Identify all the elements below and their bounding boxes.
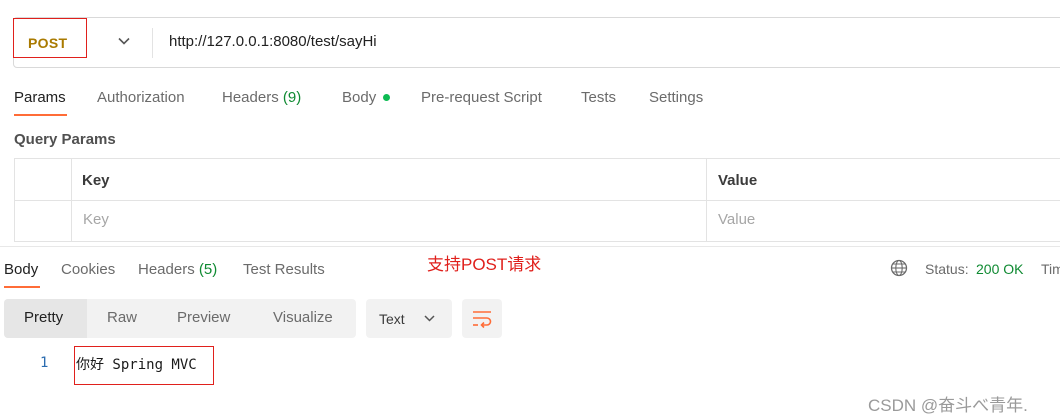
- chevron-down-icon: [424, 315, 435, 322]
- watermark: CSDN @奋斗べ青年.: [868, 396, 1028, 415]
- annotation-text: 支持POST请求: [427, 255, 542, 274]
- globe-icon[interactable]: [890, 259, 908, 277]
- tab-count: (5): [198, 261, 218, 278]
- view-preview[interactable]: Preview: [177, 309, 230, 326]
- view-visualize[interactable]: Visualize: [273, 309, 333, 326]
- view-pretty[interactable]: Pretty: [24, 309, 63, 326]
- body-indicator-dot: [383, 94, 390, 101]
- format-select-value: Text: [379, 311, 405, 327]
- active-tab-underline: [4, 286, 40, 288]
- response-body-text: 你好 Spring MVC: [76, 357, 197, 373]
- status-value[interactable]: 200 OK: [976, 261, 1023, 277]
- response-tab-cookies[interactable]: Cookies: [61, 261, 115, 278]
- column-header-value: Value: [718, 172, 758, 189]
- url-input[interactable]: http://127.0.0.1:8080/test/sayHi: [169, 33, 377, 50]
- status-label: Status:: [925, 261, 969, 277]
- tab-body[interactable]: Body: [342, 89, 376, 106]
- response-tab-headers[interactable]: Headers (5): [138, 261, 217, 278]
- column-header-key: Key: [82, 172, 110, 189]
- tab-params[interactable]: Params: [14, 89, 66, 106]
- method-select[interactable]: POST: [28, 35, 67, 51]
- tab-headers[interactable]: Headers (9): [222, 89, 301, 106]
- section-divider: [0, 246, 1060, 247]
- table-divider: [71, 158, 72, 242]
- tab-label: Headers: [222, 89, 279, 106]
- response-tab-body[interactable]: Body: [4, 261, 38, 278]
- tab-pre-request-script[interactable]: Pre-request Script: [421, 89, 542, 106]
- view-raw[interactable]: Raw: [107, 309, 137, 326]
- tab-settings[interactable]: Settings: [649, 89, 703, 106]
- time-label: Tim: [1041, 261, 1060, 277]
- table-divider: [706, 158, 707, 242]
- url-separator: [152, 28, 153, 58]
- response-tab-test-results[interactable]: Test Results: [243, 261, 325, 278]
- query-params-title: Query Params: [14, 131, 116, 148]
- tab-authorization[interactable]: Authorization: [97, 89, 185, 106]
- line-number: 1: [40, 355, 49, 371]
- tab-label: Headers: [138, 261, 195, 278]
- active-tab-underline: [14, 114, 67, 116]
- value-input[interactable]: Value: [718, 211, 755, 228]
- table-divider: [14, 200, 1060, 201]
- key-input[interactable]: Key: [83, 211, 109, 228]
- tab-count: (9): [282, 89, 302, 106]
- chevron-down-icon[interactable]: [117, 34, 131, 48]
- wrap-lines-icon: [473, 311, 492, 329]
- tab-tests[interactable]: Tests: [581, 89, 616, 106]
